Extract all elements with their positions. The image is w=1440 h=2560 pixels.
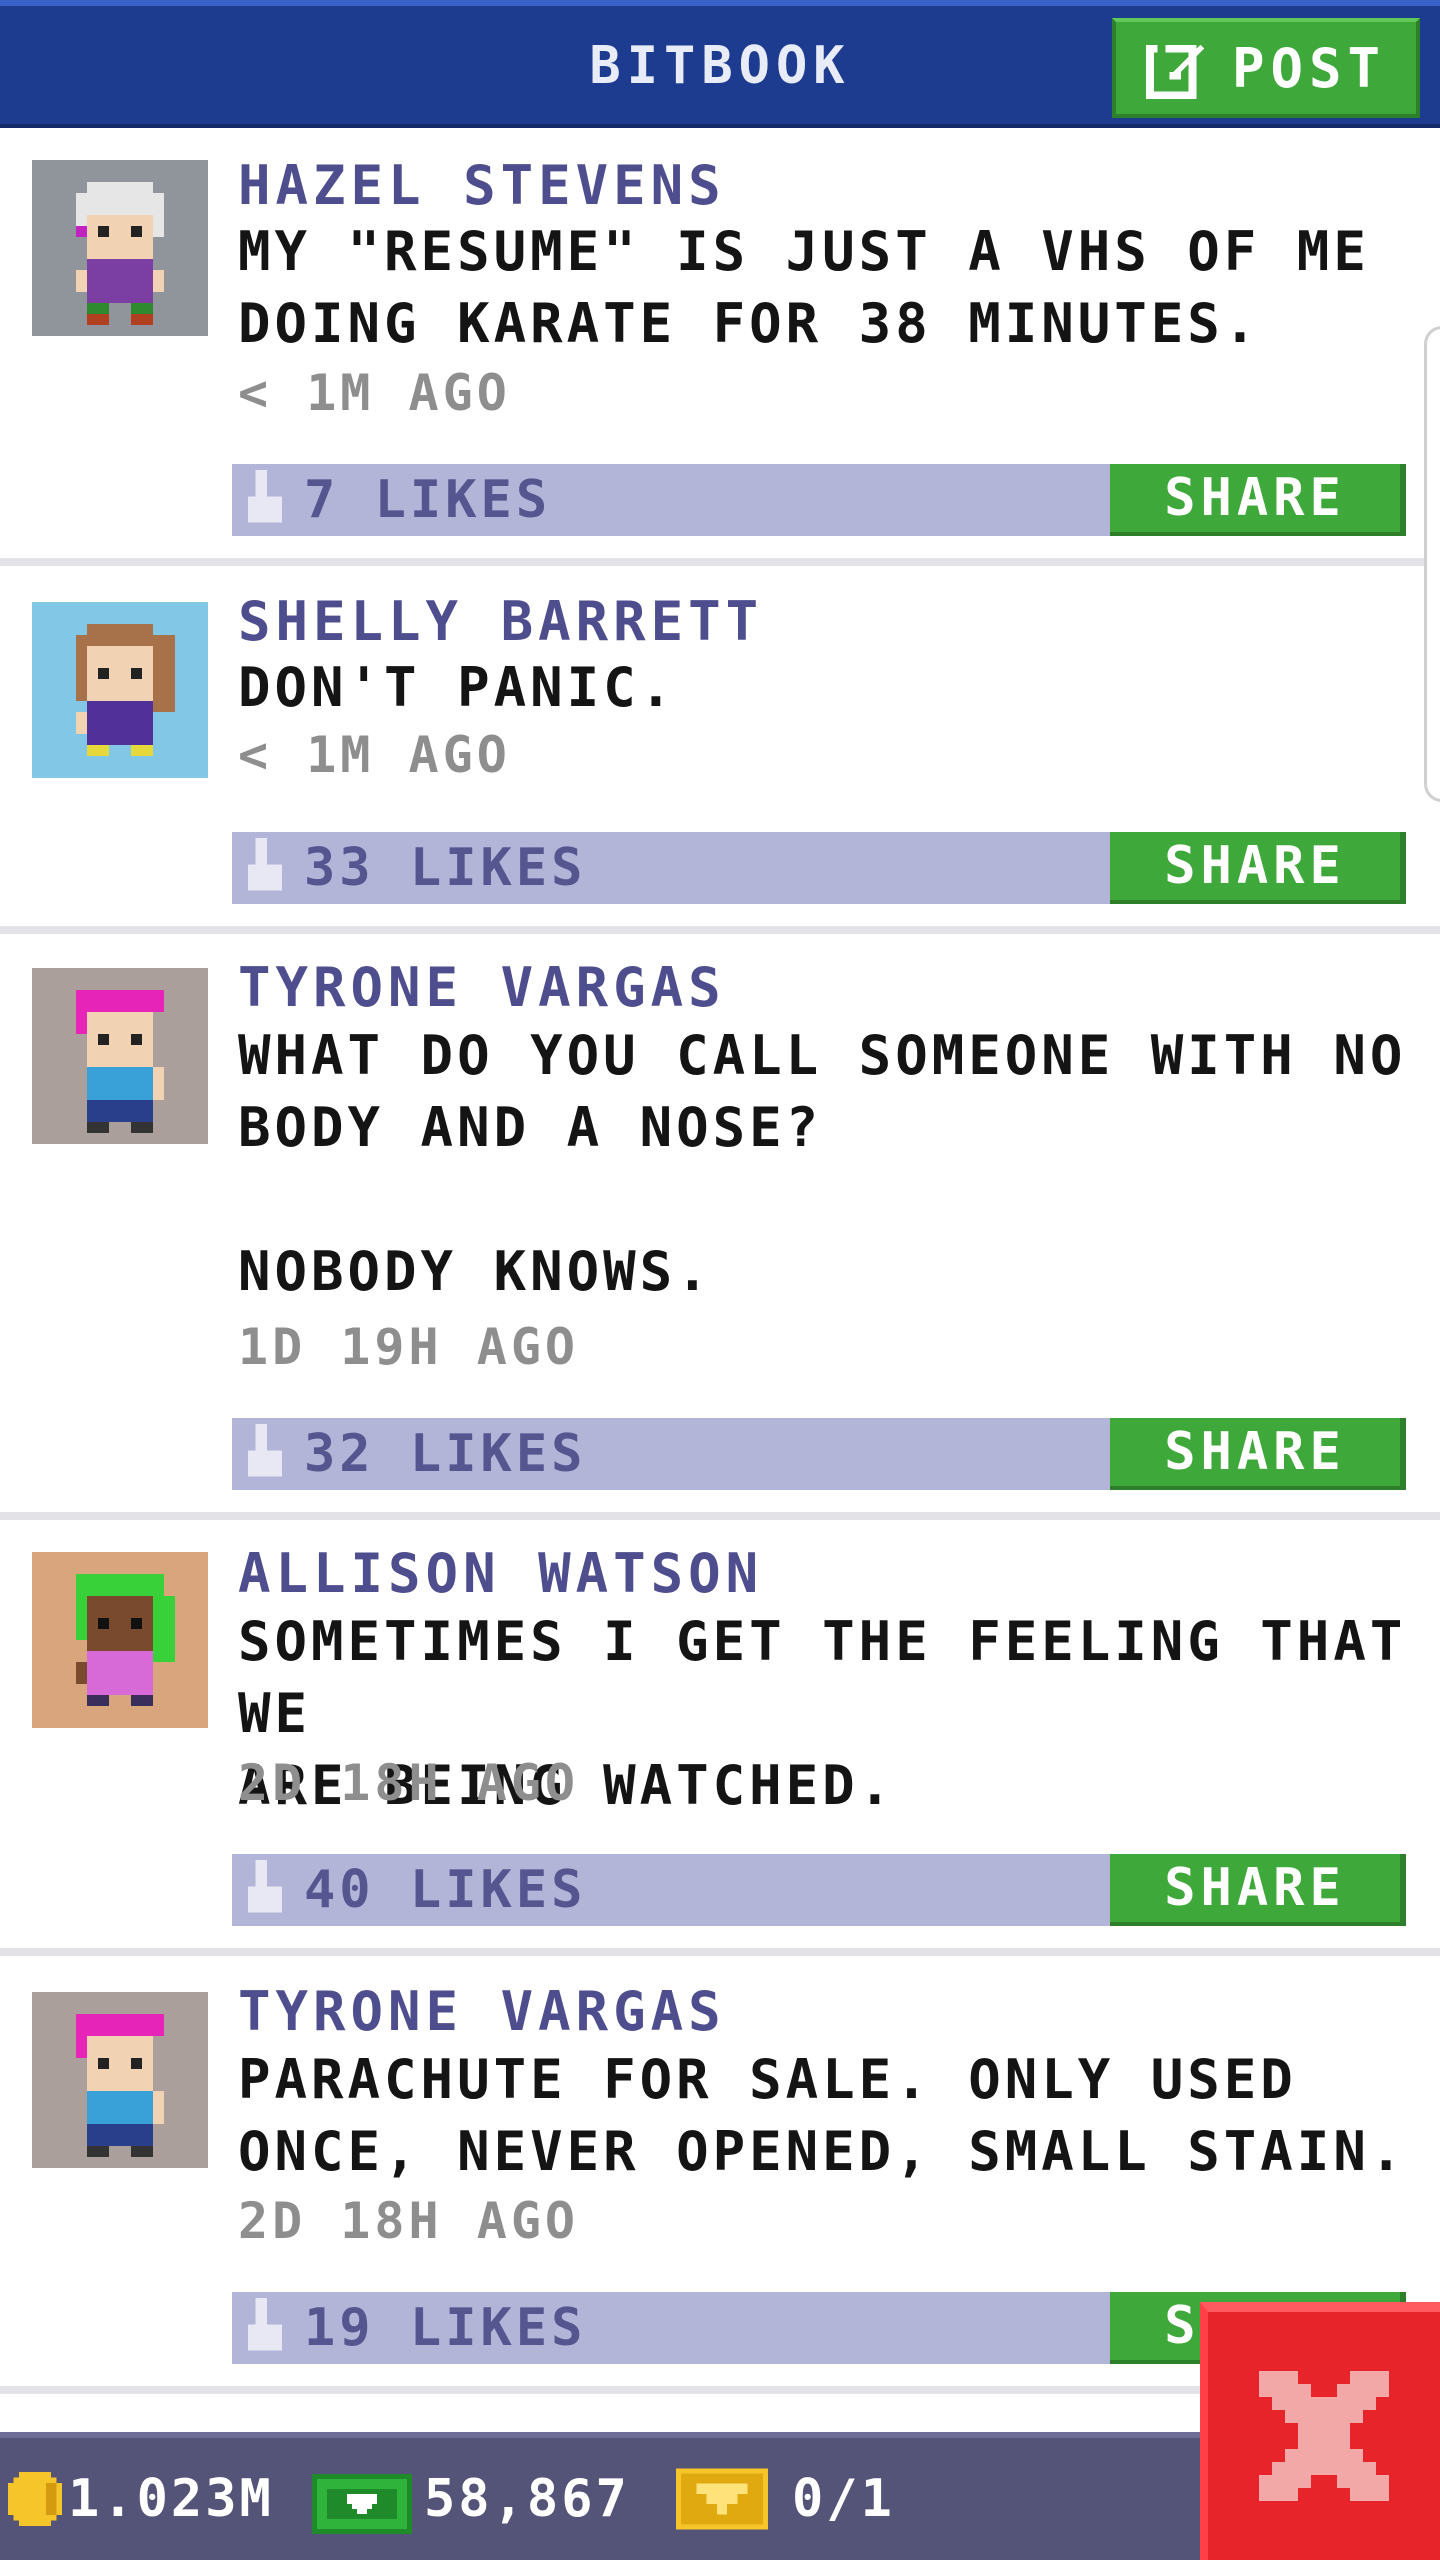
coin-icon bbox=[8, 2472, 62, 2526]
post-author[interactable]: HAZEL STEVENS bbox=[238, 154, 726, 217]
avatar-shelly-icon bbox=[32, 602, 208, 778]
post-author[interactable]: ALLISON WATSON bbox=[238, 1542, 763, 1605]
post-button[interactable]: POST bbox=[1112, 18, 1420, 118]
avatar bbox=[32, 160, 208, 336]
post-time: 2D 18H AGO bbox=[238, 1754, 580, 1812]
thumbs-up-icon bbox=[248, 838, 282, 891]
scroll-handle[interactable] bbox=[1424, 326, 1440, 802]
avatar bbox=[32, 968, 208, 1144]
like-button[interactable]: 19 LIKES bbox=[240, 2292, 660, 2364]
post-divider bbox=[0, 1512, 1440, 1520]
likes-bar: 7 LIKES SHARE bbox=[232, 464, 1406, 536]
post-message: PARACHUTE FOR SALE. ONLY USED ONCE, NEVE… bbox=[238, 2048, 1407, 2183]
bux-icon bbox=[312, 2474, 412, 2534]
compose-icon bbox=[1145, 44, 1205, 99]
likes-count: 32 LIKES bbox=[304, 1424, 587, 1484]
share-button[interactable]: SHARE bbox=[1110, 1854, 1406, 1926]
like-button[interactable]: 33 LIKES bbox=[240, 832, 660, 904]
likes-count: 33 LIKES bbox=[304, 838, 587, 898]
thumbs-up-icon bbox=[248, 2298, 282, 2351]
like-button[interactable]: 40 LIKES bbox=[240, 1854, 660, 1926]
ticket-icon bbox=[676, 2468, 768, 2530]
post-author[interactable]: TYRONE VARGAS bbox=[238, 956, 726, 1019]
share-button[interactable]: SHARE bbox=[1110, 1418, 1406, 1490]
post-time: 1D 19H AGO bbox=[238, 1318, 580, 1376]
avatar-hazel-icon bbox=[32, 160, 208, 336]
likes-count: 40 LIKES bbox=[304, 1860, 587, 1920]
share-button[interactable]: SHARE bbox=[1110, 832, 1406, 904]
post-author[interactable]: SHELLY BARRETT bbox=[238, 590, 763, 653]
likes-count: 7 LIKES bbox=[304, 470, 552, 530]
thumbs-up-icon bbox=[248, 1860, 282, 1913]
app-header: BITBOOK POST bbox=[0, 0, 1440, 128]
avatar-tyrone-icon bbox=[32, 968, 208, 1144]
avatar bbox=[32, 602, 208, 778]
coins-stat: 1.023M bbox=[8, 2438, 274, 2560]
likes-count: 19 LIKES bbox=[304, 2298, 587, 2358]
post-author[interactable]: TYRONE VARGAS bbox=[238, 1980, 726, 2043]
like-button[interactable]: 32 LIKES bbox=[240, 1418, 660, 1490]
post-time: < 1M AGO bbox=[238, 364, 511, 422]
coins-value: 1.023M bbox=[68, 2469, 274, 2529]
likes-bar: 33 LIKES SHARE bbox=[232, 832, 1406, 904]
close-icon bbox=[1259, 2371, 1389, 2501]
post-time: 2D 18H AGO bbox=[238, 2192, 580, 2250]
thumbs-up-icon bbox=[248, 470, 282, 523]
post-message: MY "RESUME" IS JUST A VHS OF ME DOING KA… bbox=[238, 220, 1370, 355]
likes-bar: 40 LIKES SHARE bbox=[232, 1854, 1406, 1926]
likes-bar: 32 LIKES SHARE bbox=[232, 1418, 1406, 1490]
avatar-allison-icon bbox=[32, 1552, 208, 1728]
tickets-stat: 0/1 bbox=[676, 2438, 895, 2560]
post-divider bbox=[0, 558, 1440, 566]
post-divider bbox=[0, 1948, 1440, 1956]
post-divider bbox=[0, 926, 1440, 934]
post-message: DON'T PANIC. bbox=[238, 656, 677, 719]
post-button-label: POST bbox=[1231, 36, 1387, 100]
post-time: < 1M AGO bbox=[238, 726, 511, 784]
avatar bbox=[32, 1552, 208, 1728]
tickets-value: 0/1 bbox=[792, 2469, 895, 2529]
share-button[interactable]: SHARE bbox=[1110, 464, 1406, 536]
bux-stat: 58,867 bbox=[312, 2438, 630, 2560]
close-button[interactable] bbox=[1200, 2302, 1440, 2560]
like-button[interactable]: 7 LIKES bbox=[240, 464, 660, 536]
avatar bbox=[32, 1992, 208, 2168]
post-message: WHAT DO YOU CALL SOMEONE WITH NO BODY AN… bbox=[238, 1024, 1407, 1303]
avatar-tyrone-icon bbox=[32, 1992, 208, 2168]
thumbs-up-icon bbox=[248, 1424, 282, 1477]
bux-value: 58,867 bbox=[424, 2469, 630, 2529]
